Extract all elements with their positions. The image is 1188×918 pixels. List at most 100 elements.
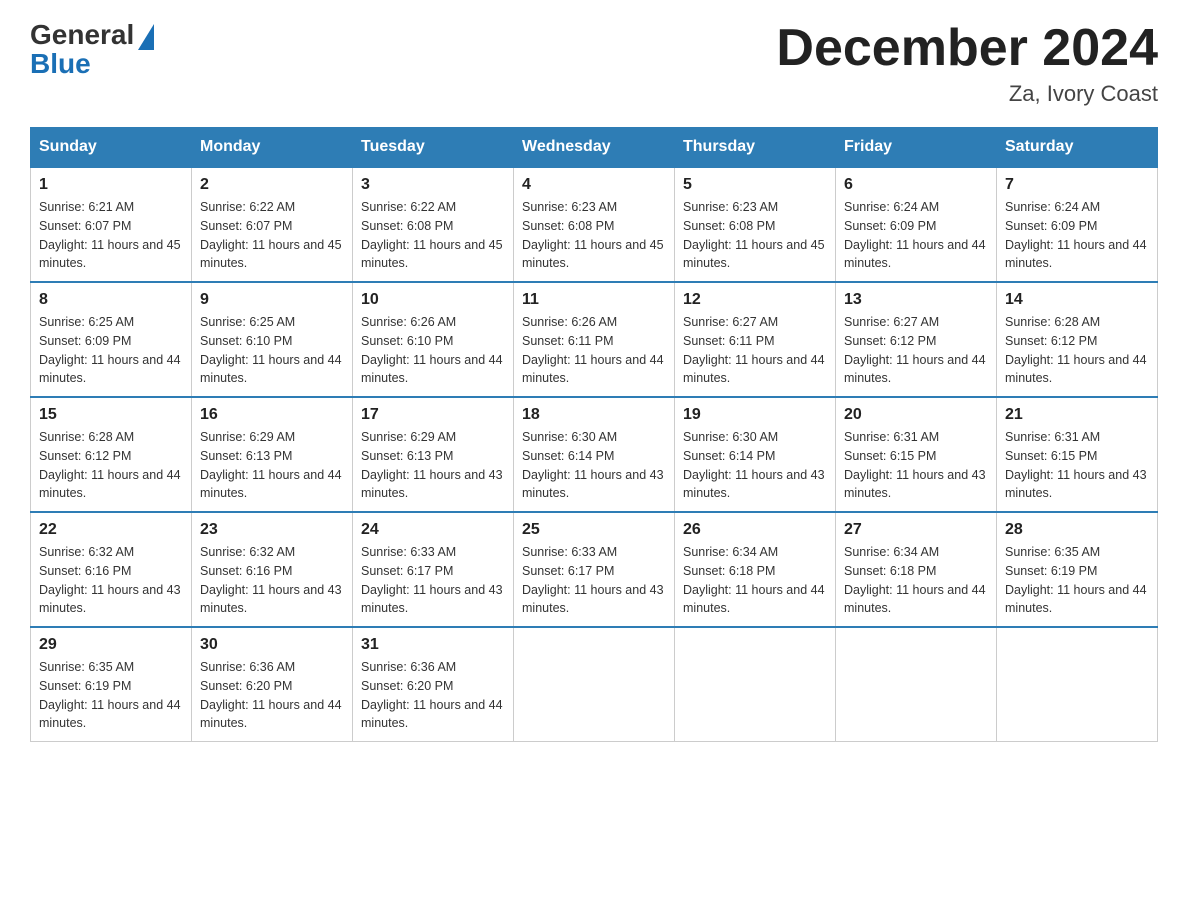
logo-blue-text: Blue bbox=[30, 50, 91, 78]
day-number: 14 bbox=[1005, 291, 1149, 309]
day-number: 4 bbox=[522, 176, 666, 194]
day-info: Sunrise: 6:26 AMSunset: 6:11 PMDaylight:… bbox=[522, 313, 666, 388]
day-number: 16 bbox=[200, 406, 344, 424]
calendar-cell: 28 Sunrise: 6:35 AMSunset: 6:19 PMDaylig… bbox=[997, 512, 1158, 627]
calendar-cell: 19 Sunrise: 6:30 AMSunset: 6:14 PMDaylig… bbox=[675, 397, 836, 512]
day-info: Sunrise: 6:35 AMSunset: 6:19 PMDaylight:… bbox=[39, 658, 183, 733]
day-number: 29 bbox=[39, 636, 183, 654]
day-info: Sunrise: 6:30 AMSunset: 6:14 PMDaylight:… bbox=[522, 428, 666, 503]
day-info: Sunrise: 6:31 AMSunset: 6:15 PMDaylight:… bbox=[1005, 428, 1149, 503]
day-number: 13 bbox=[844, 291, 988, 309]
day-header-friday: Friday bbox=[836, 128, 997, 168]
day-header-wednesday: Wednesday bbox=[514, 128, 675, 168]
day-info: Sunrise: 6:31 AMSunset: 6:15 PMDaylight:… bbox=[844, 428, 988, 503]
week-row-3: 15 Sunrise: 6:28 AMSunset: 6:12 PMDaylig… bbox=[31, 397, 1158, 512]
day-number: 27 bbox=[844, 521, 988, 539]
day-number: 11 bbox=[522, 291, 666, 309]
day-info: Sunrise: 6:27 AMSunset: 6:11 PMDaylight:… bbox=[683, 313, 827, 388]
week-row-5: 29 Sunrise: 6:35 AMSunset: 6:19 PMDaylig… bbox=[31, 627, 1158, 742]
day-number: 28 bbox=[1005, 521, 1149, 539]
day-number: 17 bbox=[361, 406, 505, 424]
day-info: Sunrise: 6:25 AMSunset: 6:09 PMDaylight:… bbox=[39, 313, 183, 388]
day-info: Sunrise: 6:21 AMSunset: 6:07 PMDaylight:… bbox=[39, 198, 183, 273]
calendar-cell: 4 Sunrise: 6:23 AMSunset: 6:08 PMDayligh… bbox=[514, 167, 675, 282]
calendar-cell: 11 Sunrise: 6:26 AMSunset: 6:11 PMDaylig… bbox=[514, 282, 675, 397]
calendar-cell: 10 Sunrise: 6:26 AMSunset: 6:10 PMDaylig… bbox=[353, 282, 514, 397]
day-info: Sunrise: 6:26 AMSunset: 6:10 PMDaylight:… bbox=[361, 313, 505, 388]
logo: General Blue bbox=[30, 20, 154, 78]
logo-general-text: General bbox=[30, 21, 134, 49]
day-info: Sunrise: 6:32 AMSunset: 6:16 PMDaylight:… bbox=[200, 543, 344, 618]
day-number: 2 bbox=[200, 176, 344, 194]
location: Za, Ivory Coast bbox=[776, 81, 1158, 107]
day-info: Sunrise: 6:32 AMSunset: 6:16 PMDaylight:… bbox=[39, 543, 183, 618]
calendar-cell: 30 Sunrise: 6:36 AMSunset: 6:20 PMDaylig… bbox=[192, 627, 353, 742]
day-info: Sunrise: 6:27 AMSunset: 6:12 PMDaylight:… bbox=[844, 313, 988, 388]
day-number: 26 bbox=[683, 521, 827, 539]
day-number: 23 bbox=[200, 521, 344, 539]
calendar-cell: 27 Sunrise: 6:34 AMSunset: 6:18 PMDaylig… bbox=[836, 512, 997, 627]
day-info: Sunrise: 6:34 AMSunset: 6:18 PMDaylight:… bbox=[683, 543, 827, 618]
day-number: 25 bbox=[522, 521, 666, 539]
calendar-cell: 14 Sunrise: 6:28 AMSunset: 6:12 PMDaylig… bbox=[997, 282, 1158, 397]
calendar-cell: 31 Sunrise: 6:36 AMSunset: 6:20 PMDaylig… bbox=[353, 627, 514, 742]
day-number: 9 bbox=[200, 291, 344, 309]
day-info: Sunrise: 6:36 AMSunset: 6:20 PMDaylight:… bbox=[361, 658, 505, 733]
day-number: 8 bbox=[39, 291, 183, 309]
calendar-cell: 25 Sunrise: 6:33 AMSunset: 6:17 PMDaylig… bbox=[514, 512, 675, 627]
day-info: Sunrise: 6:28 AMSunset: 6:12 PMDaylight:… bbox=[39, 428, 183, 503]
calendar-cell bbox=[514, 627, 675, 742]
day-info: Sunrise: 6:28 AMSunset: 6:12 PMDaylight:… bbox=[1005, 313, 1149, 388]
day-info: Sunrise: 6:29 AMSunset: 6:13 PMDaylight:… bbox=[200, 428, 344, 503]
calendar-cell: 3 Sunrise: 6:22 AMSunset: 6:08 PMDayligh… bbox=[353, 167, 514, 282]
day-info: Sunrise: 6:35 AMSunset: 6:19 PMDaylight:… bbox=[1005, 543, 1149, 618]
calendar-cell: 29 Sunrise: 6:35 AMSunset: 6:19 PMDaylig… bbox=[31, 627, 192, 742]
day-header-monday: Monday bbox=[192, 128, 353, 168]
day-header-sunday: Sunday bbox=[31, 128, 192, 168]
day-number: 12 bbox=[683, 291, 827, 309]
day-number: 22 bbox=[39, 521, 183, 539]
calendar-cell bbox=[997, 627, 1158, 742]
calendar-cell: 17 Sunrise: 6:29 AMSunset: 6:13 PMDaylig… bbox=[353, 397, 514, 512]
day-info: Sunrise: 6:22 AMSunset: 6:07 PMDaylight:… bbox=[200, 198, 344, 273]
day-info: Sunrise: 6:22 AMSunset: 6:08 PMDaylight:… bbox=[361, 198, 505, 273]
day-info: Sunrise: 6:29 AMSunset: 6:13 PMDaylight:… bbox=[361, 428, 505, 503]
calendar-cell: 15 Sunrise: 6:28 AMSunset: 6:12 PMDaylig… bbox=[31, 397, 192, 512]
calendar-cell: 7 Sunrise: 6:24 AMSunset: 6:09 PMDayligh… bbox=[997, 167, 1158, 282]
calendar-cell bbox=[675, 627, 836, 742]
day-number: 5 bbox=[683, 176, 827, 194]
day-number: 18 bbox=[522, 406, 666, 424]
calendar-cell: 21 Sunrise: 6:31 AMSunset: 6:15 PMDaylig… bbox=[997, 397, 1158, 512]
day-number: 24 bbox=[361, 521, 505, 539]
day-number: 10 bbox=[361, 291, 505, 309]
week-row-2: 8 Sunrise: 6:25 AMSunset: 6:09 PMDayligh… bbox=[31, 282, 1158, 397]
day-info: Sunrise: 6:24 AMSunset: 6:09 PMDaylight:… bbox=[1005, 198, 1149, 273]
day-info: Sunrise: 6:33 AMSunset: 6:17 PMDaylight:… bbox=[361, 543, 505, 618]
calendar-cell: 1 Sunrise: 6:21 AMSunset: 6:07 PMDayligh… bbox=[31, 167, 192, 282]
calendar-cell: 16 Sunrise: 6:29 AMSunset: 6:13 PMDaylig… bbox=[192, 397, 353, 512]
calendar-cell: 9 Sunrise: 6:25 AMSunset: 6:10 PMDayligh… bbox=[192, 282, 353, 397]
calendar-cell: 2 Sunrise: 6:22 AMSunset: 6:07 PMDayligh… bbox=[192, 167, 353, 282]
day-info: Sunrise: 6:36 AMSunset: 6:20 PMDaylight:… bbox=[200, 658, 344, 733]
calendar-cell: 24 Sunrise: 6:33 AMSunset: 6:17 PMDaylig… bbox=[353, 512, 514, 627]
day-number: 3 bbox=[361, 176, 505, 194]
day-number: 6 bbox=[844, 176, 988, 194]
day-number: 30 bbox=[200, 636, 344, 654]
calendar-cell: 26 Sunrise: 6:34 AMSunset: 6:18 PMDaylig… bbox=[675, 512, 836, 627]
day-info: Sunrise: 6:23 AMSunset: 6:08 PMDaylight:… bbox=[683, 198, 827, 273]
calendar-cell: 5 Sunrise: 6:23 AMSunset: 6:08 PMDayligh… bbox=[675, 167, 836, 282]
month-title: December 2024 bbox=[776, 20, 1158, 77]
day-header-thursday: Thursday bbox=[675, 128, 836, 168]
day-info: Sunrise: 6:23 AMSunset: 6:08 PMDaylight:… bbox=[522, 198, 666, 273]
day-info: Sunrise: 6:30 AMSunset: 6:14 PMDaylight:… bbox=[683, 428, 827, 503]
day-info: Sunrise: 6:33 AMSunset: 6:17 PMDaylight:… bbox=[522, 543, 666, 618]
calendar-cell bbox=[836, 627, 997, 742]
page-header: General Blue December 2024 Za, Ivory Coa… bbox=[30, 20, 1158, 107]
calendar-cell: 8 Sunrise: 6:25 AMSunset: 6:09 PMDayligh… bbox=[31, 282, 192, 397]
week-row-1: 1 Sunrise: 6:21 AMSunset: 6:07 PMDayligh… bbox=[31, 167, 1158, 282]
calendar-cell: 13 Sunrise: 6:27 AMSunset: 6:12 PMDaylig… bbox=[836, 282, 997, 397]
day-number: 31 bbox=[361, 636, 505, 654]
day-number: 1 bbox=[39, 176, 183, 194]
day-number: 15 bbox=[39, 406, 183, 424]
calendar-cell: 18 Sunrise: 6:30 AMSunset: 6:14 PMDaylig… bbox=[514, 397, 675, 512]
